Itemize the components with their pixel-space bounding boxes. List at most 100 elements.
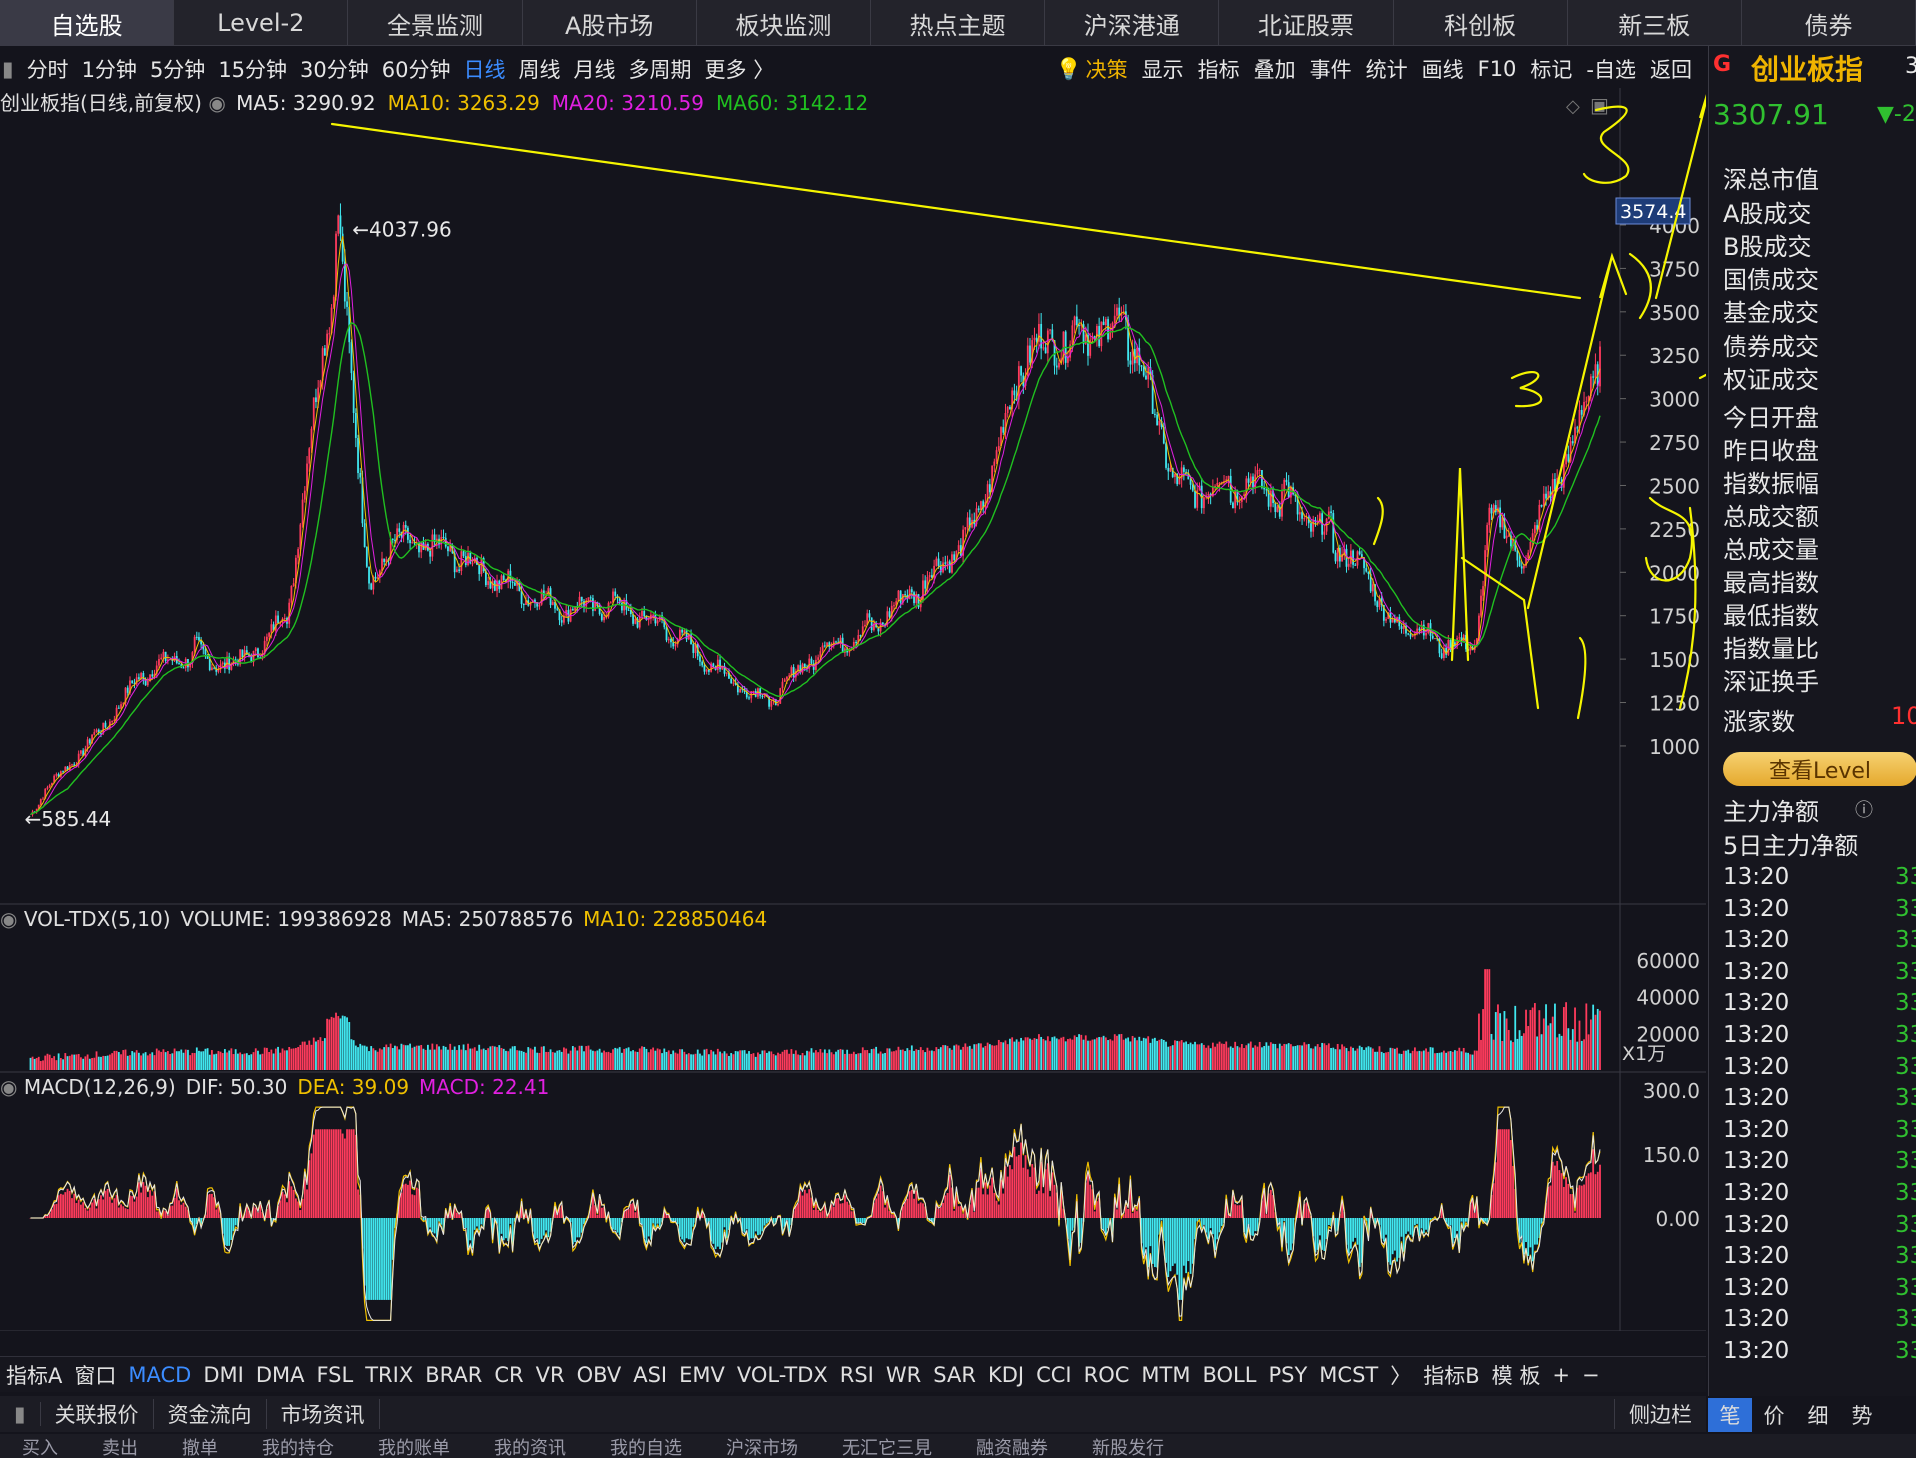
trade-shortcut[interactable]: 沪深市场 (726, 1434, 798, 1458)
indicator-tab[interactable]: ROC (1084, 1363, 1130, 1387)
indicator-tab[interactable]: TRIX (365, 1363, 413, 1387)
period-option[interactable]: 分时 (27, 54, 69, 84)
trade-shortcut[interactable]: 新股发行 (1092, 1434, 1164, 1458)
top-tab[interactable]: 新三板 (1568, 0, 1742, 46)
info-tab[interactable]: 关联报价 (41, 1399, 154, 1429)
tool-button[interactable]: 事件 (1310, 54, 1352, 84)
trade-shortcut[interactable]: 我的账单 (378, 1434, 450, 1458)
trade-shortcut[interactable]: 融资融券 (976, 1434, 1048, 1458)
top-tab[interactable]: 债券 (1742, 0, 1916, 46)
indicator-tab[interactable]: EMV (679, 1363, 725, 1387)
tool-button[interactable]: 返回 (1650, 54, 1692, 84)
tool-button[interactable]: 决策 (1086, 54, 1128, 84)
volume-bar (402, 1044, 405, 1070)
panel-toggle-icon[interactable]: ▮ (2, 57, 14, 81)
indicator-tab[interactable]: MCST (1319, 1363, 1378, 1387)
indicator-tab[interactable]: DMA (256, 1363, 305, 1387)
info-tab[interactable]: 资金流向 (154, 1399, 267, 1429)
panel-toggle-icon[interactable]: ▮ (0, 1402, 41, 1426)
macd-bar (948, 1174, 951, 1218)
top-tab[interactable]: 自选股 (0, 0, 175, 46)
info-tab[interactable]: 市场资讯 (267, 1399, 380, 1429)
top-tab[interactable]: 热点主题 (871, 0, 1046, 46)
sidebar-tab[interactable]: 价 (1752, 1398, 1796, 1432)
period-option[interactable]: 15分钟 (218, 54, 287, 84)
macd-bar (228, 1218, 231, 1246)
sidebar-tab[interactable]: 细 (1796, 1398, 1840, 1432)
top-tab[interactable]: 板块监测 (697, 0, 871, 46)
top-tab[interactable]: 北证股票 (1219, 0, 1394, 46)
indicator-tab[interactable]: BOLL (1202, 1363, 1256, 1387)
indicator-tab[interactable]: CR (494, 1363, 523, 1387)
period-option[interactable]: 多周期 (629, 54, 692, 84)
volume-bar (1416, 1051, 1419, 1070)
indicator-tab[interactable]: 模 板 (1492, 1360, 1541, 1390)
period-option[interactable]: 60分钟 (382, 54, 451, 84)
trade-shortcut[interactable]: 撤单 (182, 1434, 218, 1458)
top-tab[interactable]: 科创板 (1394, 0, 1568, 46)
sidebar-toggle-button[interactable]: 侧边栏 (1614, 1399, 1706, 1429)
trade-shortcut[interactable]: 我的自选 (610, 1434, 682, 1458)
top-tab[interactable]: 沪深港通 (1045, 0, 1220, 46)
indicator-tab[interactable]: SAR (933, 1363, 976, 1387)
tool-button[interactable]: 显示 (1142, 54, 1184, 84)
tool-button[interactable]: F10 (1478, 57, 1517, 81)
period-option[interactable]: 月线 (574, 54, 616, 84)
indicator-tab[interactable]: DMI (203, 1363, 243, 1387)
indicator-tab[interactable]: 指标A (6, 1360, 62, 1390)
indicator-tab[interactable]: FSL (316, 1363, 353, 1387)
chart-area[interactable]: 4000 3750 3500 3250 3000 2750 2500 2250 2000 1750… (0, 73, 1762, 1362)
period-option[interactable]: 30分钟 (300, 54, 369, 84)
tool-button[interactable]: 统计 (1366, 54, 1408, 84)
indicator-tab[interactable]: MTM (1141, 1363, 1190, 1387)
indicator-tab[interactable]: − (1582, 1363, 1600, 1387)
macd-bar (1527, 1218, 1530, 1256)
tool-button[interactable]: 标记 (1530, 54, 1572, 84)
indicator-tab[interactable]: + (1552, 1363, 1570, 1387)
tool-button[interactable]: 指标 (1198, 54, 1240, 84)
trade-shortcut[interactable]: 卖出 (102, 1434, 138, 1458)
sidebar-tab[interactable]: 势 (1840, 1398, 1884, 1432)
trade-shortcut[interactable]: 我的持仓 (262, 1434, 334, 1458)
indicator-tab[interactable]: WR (886, 1363, 921, 1387)
top-tab[interactable]: 全景监测 (348, 0, 523, 46)
period-option[interactable]: 更多 〉 (705, 54, 775, 84)
period-option[interactable]: 日线 (464, 54, 506, 84)
indicator-tab[interactable]: VOL-TDX (737, 1363, 828, 1387)
volume-bar (1471, 1054, 1474, 1070)
sidebar-logo: G (1713, 52, 1732, 77)
trade-shortcut[interactable]: 买入 (22, 1434, 58, 1458)
view-level2-button[interactable]: 查看Level (1723, 752, 1916, 786)
indicator-tab[interactable]: 指标B (1423, 1360, 1479, 1390)
indicator-tab[interactable]: BRAR (425, 1363, 482, 1387)
tool-button[interactable]: 叠加 (1254, 54, 1296, 84)
indicator-tab[interactable]: VR (536, 1363, 565, 1387)
tool-button[interactable]: -自选 (1586, 54, 1636, 84)
trade-shortcut[interactable]: 我的资讯 (494, 1434, 566, 1458)
macd-bar (171, 1205, 174, 1218)
volume-bar (962, 1046, 965, 1070)
macd-bar (1501, 1129, 1504, 1218)
indicator-tab[interactable]: PSY (1268, 1363, 1307, 1387)
candle (678, 629, 681, 640)
period-option[interactable]: 5分钟 (150, 54, 205, 84)
indicator-tab[interactable]: 〉 (1390, 1360, 1411, 1390)
indicator-tab[interactable]: MACD (128, 1363, 191, 1387)
indicator-tab[interactable]: OBV (577, 1363, 622, 1387)
top-tab[interactable]: A股市场 (523, 0, 697, 46)
period-option[interactable]: 周线 (519, 54, 561, 84)
sidebar-tab[interactable]: 笔 (1708, 1398, 1752, 1432)
indicator-tab[interactable]: ASI (633, 1363, 667, 1387)
indicator-tab[interactable]: RSI (840, 1363, 874, 1387)
info-icon[interactable]: ⓘ (1855, 796, 1873, 822)
macd-bar (761, 1218, 764, 1232)
kline-chart[interactable]: 4000375035003250300027502500225020001750… (0, 73, 1762, 1362)
indicator-tab[interactable]: 窗口 (74, 1360, 116, 1390)
period-option[interactable]: 1分钟 (82, 54, 137, 84)
indicator-tab[interactable]: CCI (1036, 1363, 1072, 1387)
trade-shortcut[interactable]: 无汇它三見 (842, 1434, 932, 1458)
indicator-tab[interactable]: KDJ (988, 1363, 1024, 1387)
volume-bar (1042, 1038, 1045, 1070)
tool-button[interactable]: 画线 (1422, 54, 1464, 84)
top-tab[interactable]: Level-2 (174, 0, 349, 46)
